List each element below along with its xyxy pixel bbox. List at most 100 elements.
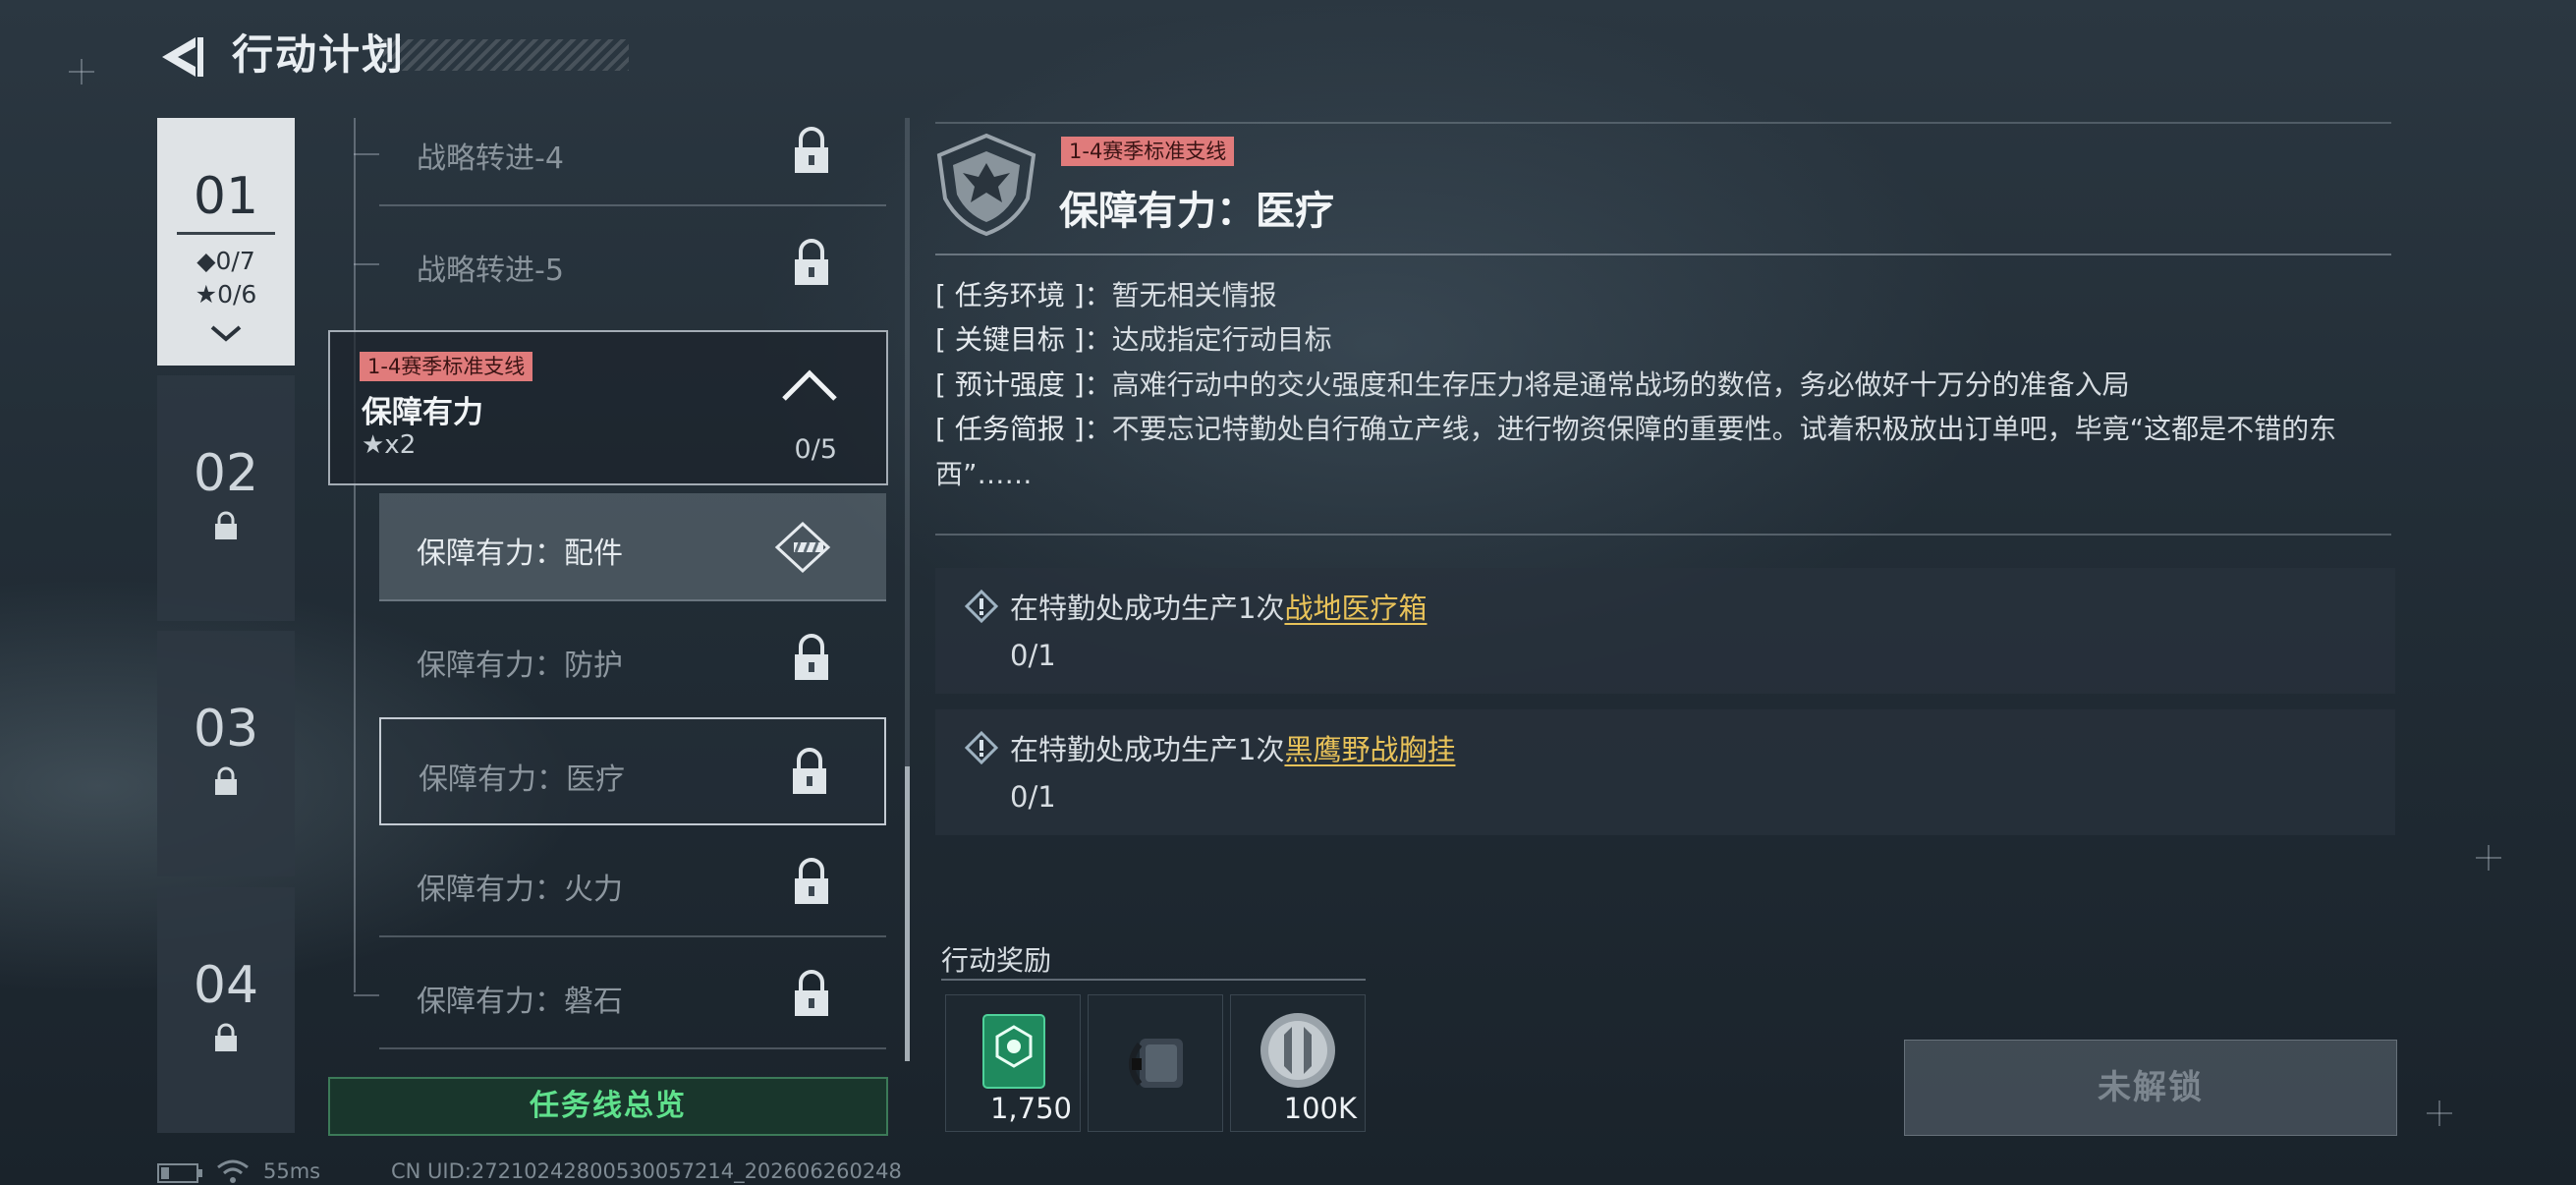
corner-mark xyxy=(2427,1100,2452,1126)
objective-desc: 在特勤处成功生产1次 xyxy=(1010,592,1285,625)
chapter-tab-02[interactable]: 02 xyxy=(157,375,295,621)
back-button[interactable] xyxy=(152,28,211,86)
wifi-icon xyxy=(217,1159,249,1183)
mission-label: 保障有力：配件 xyxy=(417,536,623,571)
objective-row: 在特勤处成功生产1次黑鹰野战胸挂 0/1 xyxy=(935,709,2395,835)
lock-icon xyxy=(795,239,828,285)
reward-count: 1,750 xyxy=(989,1092,1072,1125)
corner-mark xyxy=(69,59,94,85)
group-progress: 0/5 xyxy=(794,434,837,465)
objective-diamond-icon xyxy=(965,590,998,623)
info-value: 不要忘记特勤处自行确立产线，进行物资保障的重要性。试着积极放出订单吧，毕竟“这都… xyxy=(935,413,2337,490)
reward-item[interactable]: 1,750 xyxy=(945,994,1081,1132)
item-link[interactable]: 战地医疗箱 xyxy=(1284,592,1427,625)
divider xyxy=(935,122,2391,124)
page-title: 行动计划 xyxy=(232,30,406,79)
divider xyxy=(379,1047,886,1049)
mission-label: 保障有力：医疗 xyxy=(419,762,625,797)
mission-label: 保障有力：防护 xyxy=(417,649,623,683)
chevron-down-icon xyxy=(210,325,242,342)
gear-accessory-icon xyxy=(1129,1039,1183,1088)
mission-overview-button[interactable]: 任务线总览 xyxy=(328,1077,888,1136)
chapter-tab-03[interactable]: 03 xyxy=(157,631,295,876)
info-key: [ 任务环境 ]： xyxy=(935,279,1112,311)
divider xyxy=(379,935,886,937)
available-mission-icon xyxy=(774,521,831,574)
mission-item[interactable]: 战略转进-4 xyxy=(379,98,886,206)
tree-branch xyxy=(354,263,379,265)
reward-item[interactable]: 100K xyxy=(1230,994,1366,1132)
divider xyxy=(941,979,1366,981)
info-intensity: [ 预计强度 ]：高难行动中的交火强度和生存压力将是通常战场的数倍，务必做好十万… xyxy=(935,363,2394,408)
unlock-button-disabled[interactable]: 未解锁 xyxy=(1904,1040,2397,1136)
eagle-emblem-icon xyxy=(936,133,1036,237)
mission-item[interactable]: 战略转进-5 xyxy=(379,210,886,318)
reward-item[interactable] xyxy=(1088,994,1223,1132)
lock-icon xyxy=(215,511,237,539)
objective-progress: 0/1 xyxy=(1010,780,1056,814)
info-value: 达成指定行动目标 xyxy=(1111,323,1332,356)
divider xyxy=(935,254,2391,255)
season-badge: 1-4赛季标准支线 xyxy=(360,352,533,381)
chapter-number: 02 xyxy=(193,444,259,503)
mission-label: 战略转进-4 xyxy=(417,141,564,176)
season-badge: 1-4赛季标准支线 xyxy=(1061,137,1235,166)
lock-icon xyxy=(795,634,828,680)
chevron-up-icon[interactable] xyxy=(780,367,839,403)
info-key: [ 预计强度 ]： xyxy=(935,368,1112,401)
lock-icon xyxy=(215,1023,237,1051)
objective-desc: 在特勤处成功生产1次 xyxy=(1010,733,1285,766)
divider xyxy=(379,204,886,206)
tree-branch xyxy=(354,153,379,155)
mission-item-parts[interactable]: 保障有力：配件 xyxy=(379,493,886,601)
chapter-number: 03 xyxy=(193,700,259,759)
lock-icon xyxy=(795,970,828,1016)
mission-label: 保障有力：火力 xyxy=(417,873,623,907)
corner-mark xyxy=(2476,845,2501,871)
chapter-tab-04[interactable]: 04 xyxy=(157,887,295,1133)
mission-item-protection[interactable]: 保障有力：防护 xyxy=(379,605,886,713)
scrollbar-thumb[interactable] xyxy=(905,766,910,1061)
objective-diamond-icon xyxy=(965,731,998,764)
objective-text: 在特勤处成功生产1次战地医疗箱 xyxy=(1010,586,1427,627)
item-link[interactable]: 黑鹰野战胸挂 xyxy=(1284,733,1455,766)
group-stars: ★x2 xyxy=(362,430,417,460)
reward-count: 100K xyxy=(1283,1092,1357,1125)
rewards-title: 行动奖励 xyxy=(941,944,1052,977)
mission-item-rock[interactable]: 保障有力：磐石 xyxy=(379,941,886,1049)
chapter-tab-01[interactable]: 01 ◆0/7 ★0/6 xyxy=(157,118,295,366)
mission-label: 保障有力：磐石 xyxy=(417,985,623,1019)
chapter-number: 01 xyxy=(193,167,259,226)
ping-readout: 55ms xyxy=(263,1159,321,1183)
mission-tree-line xyxy=(354,118,356,992)
info-environment: [ 任务环境 ]：暂无相关情报 xyxy=(935,273,2394,318)
tree-branch xyxy=(354,994,379,996)
objective-row: 在特勤处成功生产1次战地医疗箱 0/1 xyxy=(935,568,2395,694)
lock-icon xyxy=(795,127,828,173)
silver-coin-icon xyxy=(1260,1013,1335,1088)
mission-label: 战略转进-5 xyxy=(417,254,564,288)
mission-item-firepower[interactable]: 保障有力：火力 xyxy=(379,829,886,937)
back-arrow-icon xyxy=(162,37,203,77)
green-supply-card-icon xyxy=(982,1014,1045,1089)
divider xyxy=(935,534,2391,536)
mission-title: 保障有力：医疗 xyxy=(1059,189,1334,234)
lock-icon xyxy=(215,766,237,795)
user-uid: CN UID:27210242800530057214_202606260248 xyxy=(391,1159,902,1183)
divider xyxy=(379,599,886,601)
mission-item-medical-selected[interactable]: 保障有力：医疗 xyxy=(379,717,886,825)
lock-icon xyxy=(793,748,826,794)
group-name: 保障有力 xyxy=(362,395,483,430)
objective-text: 在特勤处成功生产1次黑鹰野战胸挂 xyxy=(1010,727,1455,768)
info-key: [ 任务简报 ]： xyxy=(935,413,1112,445)
battery-icon xyxy=(157,1163,202,1183)
info-value: 暂无相关情报 xyxy=(1111,279,1277,311)
star-progress: ★0/6 xyxy=(195,280,257,309)
chapter-number: 04 xyxy=(193,956,259,1015)
info-briefing: [ 任务简报 ]：不要忘记特勤处自行确立产线，进行物资保障的重要性。试着积极放出… xyxy=(935,407,2394,497)
info-key-objective: [ 关键目标 ]：达成指定行动目标 xyxy=(935,317,2394,363)
info-key: [ 关键目标 ]： xyxy=(935,323,1112,356)
mission-group-card[interactable]: 1-4赛季标准支线 保障有力 ★x2 0/5 xyxy=(328,330,888,485)
info-value: 高难行动中的交火强度和生存压力将是通常战场的数倍，务必做好十万分的准备入局 xyxy=(1111,368,2130,401)
diamond-progress: ◆0/7 xyxy=(196,247,255,275)
